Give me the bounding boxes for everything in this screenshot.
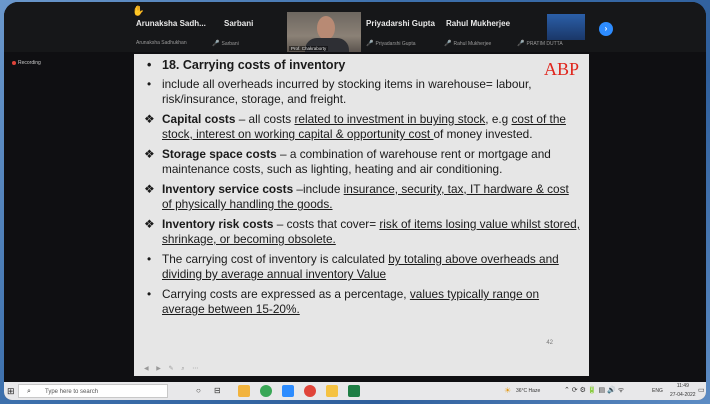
participant-subname: PRATIM DUTTA	[526, 41, 563, 47]
participant-tile[interactable]: Rahul Mukherjee 🎤 Rahul Mukherjee	[444, 2, 516, 52]
bullet-icon: •	[147, 287, 152, 301]
slide-title: • 18. Carrying costs of inventory	[147, 58, 346, 72]
participant-name: Arunaksha Sadh...	[136, 19, 206, 28]
participant-tile[interactable]: Arunaksha Sadh... Arunaksha Sadhukhan	[136, 2, 206, 52]
participant-face	[317, 16, 335, 40]
record-icon	[12, 60, 16, 65]
list-item: ❖ Storage space costs – a combination of …	[144, 147, 551, 176]
bullet-icon: •	[147, 77, 152, 91]
bullet-icon: •	[147, 252, 152, 266]
list-item: • Carrying costs are expressed as a perce…	[147, 287, 540, 316]
tray-icons[interactable]: ⌃ ⟳ ⚙ 🔋 ▤ 🔊 ᯤ	[564, 382, 624, 400]
weather-text[interactable]: 36°C Haze	[516, 382, 540, 400]
mic-off-icon: 🎤	[517, 41, 525, 47]
cortana-icon[interactable]: ○	[196, 382, 201, 400]
participant-tile[interactable]: 🎤 PRATIM DUTTA	[517, 2, 597, 52]
bullet-icon: •	[147, 58, 152, 72]
zoom-icon[interactable]	[282, 385, 294, 397]
meeting-window: ✋ Arunaksha Sadh... Arunaksha Sadhukhan …	[4, 2, 706, 400]
participant-video[interactable]: Prof. Chakraborty	[287, 12, 361, 52]
clock-time: 11:49	[676, 383, 689, 389]
windows-start-icon[interactable]: ⊞	[7, 382, 15, 400]
mic-off-icon: 🎤	[212, 41, 220, 47]
mic-off-icon: 🎤	[366, 41, 374, 47]
list-item: ❖ Capital costs – all costs related to in…	[144, 112, 566, 141]
task-view-icon[interactable]: ⊟	[214, 382, 221, 400]
recording-label: Recording	[18, 60, 41, 66]
opera-icon[interactable]	[304, 385, 316, 397]
list-item: ❖ Inventory risk costs – costs that cover…	[144, 217, 580, 246]
diamond-bullet-icon: ❖	[144, 182, 155, 196]
taskbar: ⊞ ⌕ Type here to search ○ ⊟ ☀ 36°C Haze …	[4, 382, 706, 400]
shared-slide: ABP • 18. Carrying costs of inventory • in…	[134, 54, 589, 376]
taskbar-search[interactable]: ⌕ Type here to search	[18, 384, 168, 398]
folder-icon[interactable]	[326, 385, 338, 397]
clock-date: 27-04-2022	[670, 392, 696, 398]
participant-strip: ✋ Arunaksha Sadh... Arunaksha Sadhukhan …	[4, 2, 706, 52]
list-item: • include all overheads incurred by stock…	[147, 77, 532, 106]
participant-name: Rahul Mukherjee	[446, 19, 511, 28]
participant-tile[interactable]: Priyadarshi Gupta 🎤 Priyadarshi Gupta	[366, 2, 446, 52]
participant-name: Priyadarshi Gupta	[366, 19, 435, 28]
notification-icon[interactable]: ▭	[698, 382, 705, 400]
next-participants-button[interactable]: ›	[599, 22, 613, 36]
list-item: • The carrying cost of inventory is calcu…	[147, 252, 559, 281]
participant-subname: Rahul Mukherjee	[453, 41, 492, 47]
diamond-bullet-icon: ❖	[144, 112, 155, 126]
clock[interactable]: 11:49 27-04-2022	[670, 382, 696, 400]
recording-indicator: Recording	[12, 60, 41, 66]
search-placeholder: Type here to search	[45, 389, 99, 395]
participant-tile[interactable]: Sarbani 🎤 Sarbani	[212, 2, 272, 52]
file-explorer-icon[interactable]	[238, 385, 250, 397]
participant-subname: Arunaksha Sadhukhan	[136, 40, 187, 46]
diamond-bullet-icon: ❖	[144, 147, 155, 161]
chrome-icon[interactable]	[260, 385, 272, 397]
weather-icon: ☀	[504, 386, 512, 395]
slide-bullets: • 18. Carrying costs of inventory • includ…	[134, 58, 589, 317]
excel-icon[interactable]	[348, 385, 360, 397]
diamond-bullet-icon: ❖	[144, 217, 155, 231]
mic-off-icon: 🎤	[444, 41, 452, 47]
search-icon: ⌕	[27, 388, 31, 395]
list-item: ❖ Inventory service costs –include insura…	[144, 182, 569, 211]
language-indicator[interactable]: ENG	[652, 382, 663, 400]
participant-subname: Priyadarshi Gupta	[375, 41, 416, 47]
participant-subname: Prof. Chakraborty	[289, 46, 329, 51]
slide-toolbar[interactable]: ◀ ▶ ✎ ⌕ ⋯	[144, 365, 201, 373]
participant-name: Sarbani	[224, 19, 254, 28]
slide-number: 42	[546, 340, 553, 346]
participant-subname: Sarbani	[221, 41, 239, 47]
